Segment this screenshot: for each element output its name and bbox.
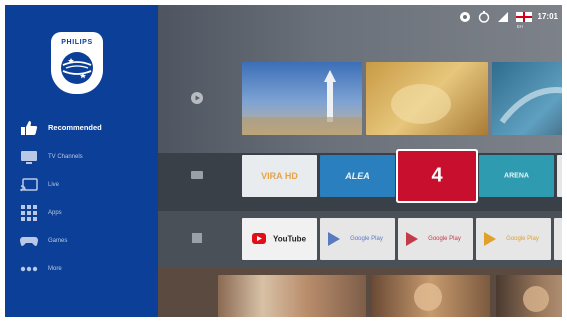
wifi-icon[interactable] bbox=[497, 10, 510, 23]
sidebar-item-apps[interactable]: Apps bbox=[19, 199, 155, 227]
settings-icon[interactable] bbox=[459, 10, 472, 23]
preview-tile-1[interactable] bbox=[218, 275, 366, 317]
sidebar-item-label: Apps bbox=[48, 210, 62, 216]
app-label: Google Play bbox=[428, 236, 461, 242]
channel-tile-vira[interactable]: VIRA HD bbox=[242, 155, 317, 197]
sidebar-item-label: Games bbox=[48, 238, 68, 244]
apps-grid-icon bbox=[19, 204, 39, 222]
app-tile-google-play-1[interactable]: Google Play bbox=[320, 218, 395, 260]
apps-row-icon bbox=[190, 231, 204, 245]
sidebar-item-more[interactable]: More bbox=[19, 255, 155, 283]
clock: 17:01 bbox=[537, 12, 558, 21]
cast-icon bbox=[19, 176, 39, 194]
preview-tile-3[interactable] bbox=[496, 275, 562, 317]
app-label: Google Play bbox=[350, 236, 383, 242]
channels-row-icon bbox=[190, 168, 204, 182]
channel-tile-arena[interactable]: ARENA bbox=[479, 155, 554, 197]
play-circle-icon bbox=[190, 91, 204, 105]
app-label: Google Play bbox=[506, 236, 539, 242]
more-dots-icon bbox=[19, 260, 39, 278]
sidebar-item-label: Recommended bbox=[48, 123, 102, 132]
sidebar-item-tv-channels[interactable]: TV Channels bbox=[19, 143, 155, 171]
status-bar: 17:01 bbox=[459, 10, 558, 23]
sidebar-menu: Recommended TV Channels Live Apps Games … bbox=[19, 112, 155, 283]
featured-tile-1[interactable] bbox=[242, 62, 362, 135]
timer-icon[interactable] bbox=[478, 10, 491, 23]
sidebar-item-recommended[interactable]: Recommended bbox=[19, 112, 155, 143]
preview-tile-2[interactable] bbox=[372, 275, 490, 317]
sidebar-item-label: More bbox=[48, 266, 62, 272]
sidebar-item-games[interactable]: Games bbox=[19, 227, 155, 255]
app-tile-google-play-2[interactable]: Google Play bbox=[398, 218, 473, 260]
channel-label: ARENA bbox=[504, 172, 529, 180]
sidebar-item-live[interactable]: Live bbox=[19, 171, 155, 199]
wifi-sublabel: BH bbox=[516, 24, 523, 29]
tv-channels-icon bbox=[19, 148, 39, 166]
featured-tile-3[interactable] bbox=[492, 62, 562, 135]
content-area: VIRA HD ALEA 4 ARENA YouTube Google Play bbox=[158, 5, 562, 317]
app-label: YouTube bbox=[272, 234, 307, 244]
channel-label: 4 bbox=[431, 164, 443, 187]
gamepad-icon bbox=[19, 232, 39, 250]
channel-tile-5[interactable] bbox=[557, 155, 562, 197]
app-tile-5[interactable] bbox=[554, 218, 562, 260]
channel-label: ALEA bbox=[345, 171, 370, 181]
philips-emblem-icon bbox=[61, 52, 93, 84]
brand-name: PHILIPS bbox=[61, 39, 93, 46]
tv-home-screen: VIRA HD ALEA 4 ARENA YouTube Google Play bbox=[5, 5, 562, 317]
sidebar-item-label: Live bbox=[48, 182, 60, 188]
sidebar: PHILIPS Recommended TV Channels Live App… bbox=[5, 5, 158, 317]
featured-tile-2[interactable] bbox=[366, 62, 488, 135]
channel-label: VIRA HD bbox=[261, 171, 298, 181]
sidebar-item-label: TV Channels bbox=[48, 154, 83, 160]
uk-flag-icon[interactable] bbox=[515, 11, 532, 22]
app-tile-google-play-3[interactable]: Google Play bbox=[476, 218, 551, 260]
philips-logo: PHILIPS bbox=[51, 32, 103, 94]
thumbs-up-icon bbox=[19, 119, 39, 137]
channel-tile-4[interactable]: 4 bbox=[398, 151, 476, 201]
app-tile-youtube[interactable]: YouTube bbox=[242, 218, 317, 260]
channel-tile-alea[interactable]: ALEA bbox=[320, 155, 395, 197]
